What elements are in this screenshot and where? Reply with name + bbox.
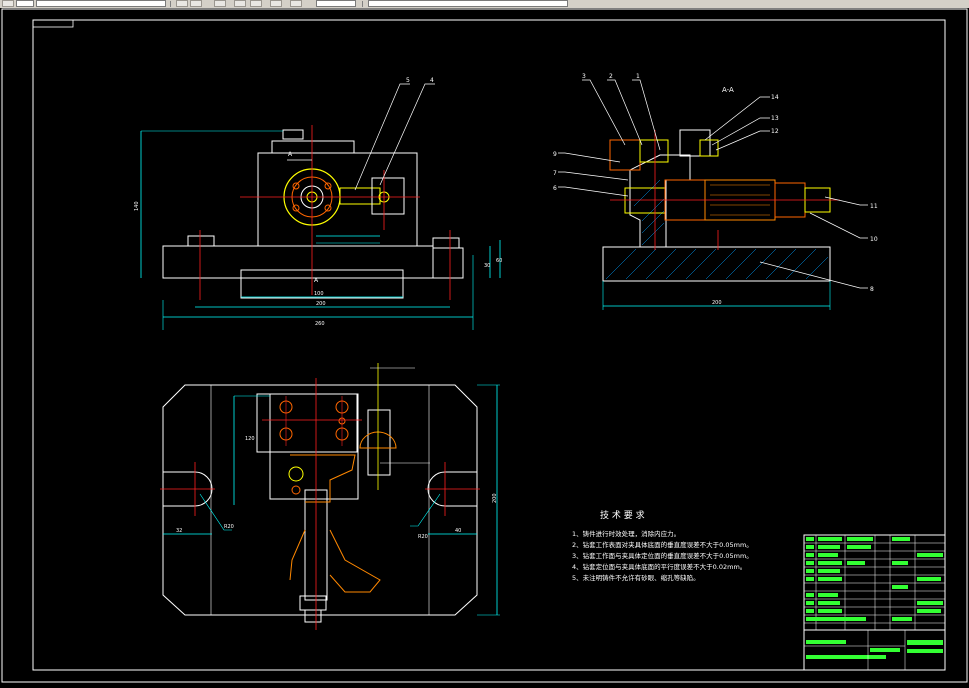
dim-inner: 100 (314, 291, 324, 297)
print-icon[interactable] (214, 0, 226, 7)
cad-application: A A 100 200 260 140 30 60 5 4 A-A 200 3 … (0, 0, 969, 684)
layer-dropdown[interactable] (36, 0, 166, 7)
section-marker-top: A (288, 151, 293, 158)
callout-1: 1 (636, 73, 640, 80)
file-icon[interactable] (2, 0, 14, 7)
toolbar-separator (170, 1, 171, 7)
dim-width: 260 (315, 321, 325, 327)
callout-2: 2 (609, 73, 613, 80)
callout-5: 5 (406, 77, 410, 84)
section-view: A-A 200 3 2 1 14 13 12 9 7 6 11 10 8 (553, 73, 878, 310)
callout-9: 9 (553, 151, 557, 158)
dim-plan-dim: 120 (245, 436, 255, 442)
corner-code-box (32, 19, 74, 28)
technical-requirements: 技 术 要 求 1、铸件进行时效处理，消除内应力。 2、钻套工作表面对夹具体底面… (572, 509, 753, 582)
pan-icon[interactable] (290, 0, 302, 7)
title-block (803, 534, 946, 671)
dim-plan-left: 32 (176, 528, 182, 534)
color-field[interactable] (316, 0, 356, 7)
save-icon[interactable] (190, 0, 202, 7)
plan-view: 200 120 32 40 R20 R20 (160, 363, 500, 630)
dim-plan-height: 200 (492, 493, 498, 503)
dim-plan-r-left: R20 (224, 524, 234, 530)
callout-8: 8 (870, 286, 874, 293)
callout-12: 12 (771, 128, 779, 135)
callout-11: 11 (870, 203, 878, 210)
dim-right-1: 30 (484, 263, 490, 269)
layer-field[interactable] (16, 0, 34, 7)
dim-right-2: 60 (496, 258, 502, 264)
redo-icon[interactable] (250, 0, 262, 7)
tech-line-4: 4、钻套定位面与夹具体底面的平行度误差不大于0.02mm。 (572, 562, 746, 571)
callout-4: 4 (430, 77, 434, 84)
toolbar-separator (362, 1, 363, 7)
dim-height: 140 (134, 201, 140, 211)
dim-plan-right: 40 (455, 528, 461, 534)
outer-border (1, 8, 968, 683)
section-label: A-A (722, 86, 734, 94)
open-icon[interactable] (176, 0, 188, 7)
tech-title: 技 术 要 求 (600, 509, 645, 521)
callout-6: 6 (553, 185, 557, 192)
callout-14: 14 (771, 94, 779, 101)
callout-10: 10 (870, 236, 878, 243)
callout-3: 3 (582, 73, 586, 80)
dim-base: 200 (316, 301, 326, 307)
tech-line-1: 1、铸件进行时效处理，消除内应力。 (572, 529, 680, 538)
front-view: A A 100 200 260 140 30 60 5 4 (134, 77, 502, 330)
dim-section-width: 200 (712, 300, 722, 306)
callout-7: 7 (553, 170, 557, 177)
dim-plan-r-right: R20 (418, 534, 428, 540)
drawing-canvas[interactable]: A A 100 200 260 140 30 60 5 4 A-A 200 3 … (0, 8, 969, 684)
drawing-sheet: A A 100 200 260 140 30 60 5 4 A-A 200 3 … (1, 8, 968, 683)
callout-13: 13 (771, 115, 779, 122)
tech-line-5: 5、未注明铸件不允许有砂眼、缩孔等缺陷。 (572, 573, 700, 582)
tech-line-2: 2、钻套工作表面对夹具体底面的垂直度误差不大于0.05mm。 (572, 540, 753, 549)
zoom-icon[interactable] (270, 0, 282, 7)
tech-line-3: 3、钻套工作面与夹具体定位面的垂直度误差不大于0.05mm。 (572, 551, 753, 560)
linetype-dropdown[interactable] (368, 0, 568, 7)
undo-icon[interactable] (234, 0, 246, 7)
